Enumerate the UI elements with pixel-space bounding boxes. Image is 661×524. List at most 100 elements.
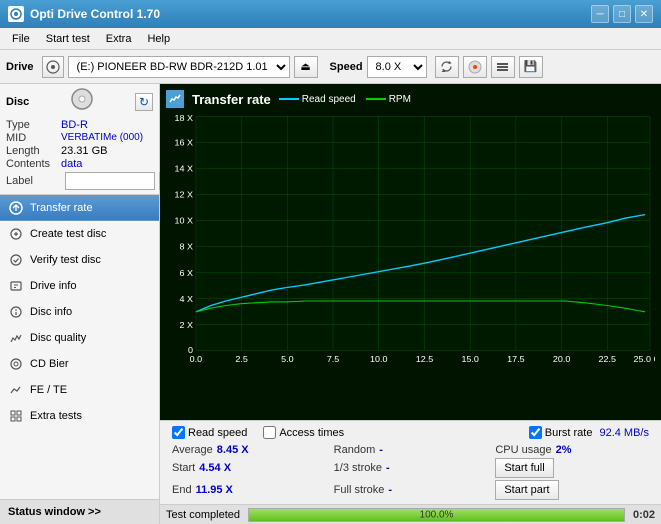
menubar: File Start test Extra Help bbox=[0, 28, 661, 50]
maximize-button[interactable]: □ bbox=[613, 5, 631, 23]
nav-cd-bier-label: CD Bier bbox=[30, 358, 69, 370]
read-speed-checkbox[interactable] bbox=[172, 426, 185, 439]
svg-text:0.0: 0.0 bbox=[190, 355, 203, 364]
chart-title-bar: Transfer rate Read speed RPM bbox=[166, 90, 655, 108]
stat-average: Average 8.45 X bbox=[172, 444, 326, 456]
legend-rpm: RPM bbox=[366, 94, 411, 105]
burst-rate-checkbox[interactable] bbox=[529, 426, 542, 439]
nav-verify-test-disc[interactable]: Verify test disc bbox=[0, 247, 159, 273]
stroke13-label: 1/3 stroke bbox=[334, 462, 382, 474]
checkbox-access-times[interactable]: Access times bbox=[263, 426, 344, 439]
chart-legend: Read speed RPM bbox=[279, 94, 411, 105]
nav-disc-quality[interactable]: Disc quality bbox=[0, 325, 159, 351]
nav-extra-tests[interactable]: Extra tests bbox=[0, 403, 159, 429]
nav-items: Transfer rate Create test disc bbox=[0, 195, 159, 499]
refresh-button[interactable] bbox=[435, 56, 459, 78]
progress-bar-container: Test completed 100.0% 0:02 bbox=[160, 504, 661, 524]
svg-text:0: 0 bbox=[188, 346, 193, 355]
nav-drive-info[interactable]: Drive info bbox=[0, 273, 159, 299]
burn-button[interactable] bbox=[463, 56, 487, 78]
svg-text:16 X: 16 X bbox=[174, 138, 193, 147]
average-value: 8.45 X bbox=[217, 444, 249, 456]
status-text: Test completed bbox=[166, 509, 240, 521]
legend-rpm-color bbox=[366, 98, 386, 100]
disc-length-value: 23.31 GB bbox=[61, 145, 107, 157]
nav-fe-te-label: FE / TE bbox=[30, 384, 67, 396]
create-test-disc-icon bbox=[8, 226, 24, 242]
svg-text:14 X: 14 X bbox=[174, 164, 193, 173]
svg-text:20.0: 20.0 bbox=[553, 355, 571, 364]
stats-row-1: Average 8.45 X Random - CPU usage 2% bbox=[172, 444, 649, 456]
access-times-checkbox[interactable] bbox=[263, 426, 276, 439]
titlebar-left: Opti Drive Control 1.70 bbox=[8, 6, 160, 22]
chart-container: Transfer rate Read speed RPM bbox=[160, 84, 661, 420]
start-value: 4.54 X bbox=[199, 462, 231, 474]
legend-read-speed: Read speed bbox=[279, 94, 356, 105]
svg-text:2 X: 2 X bbox=[179, 320, 193, 329]
disc-length-label: Length bbox=[6, 145, 61, 157]
disc-type-label: Type bbox=[6, 119, 61, 131]
drive-info-icon bbox=[8, 278, 24, 294]
stat-start: Start 4.54 X bbox=[172, 458, 326, 478]
app-icon bbox=[8, 6, 24, 22]
stat-cpu: CPU usage 2% bbox=[495, 444, 649, 456]
menu-file[interactable]: File bbox=[4, 31, 38, 47]
close-button[interactable]: ✕ bbox=[635, 5, 653, 23]
nav-verify-test-disc-label: Verify test disc bbox=[30, 254, 101, 266]
nav-transfer-rate[interactable]: Transfer rate bbox=[0, 195, 159, 221]
checkbox-read-speed[interactable]: Read speed bbox=[172, 426, 247, 439]
svg-text:15.0: 15.0 bbox=[461, 355, 479, 364]
status-window-button[interactable]: Status window >> bbox=[0, 500, 159, 524]
legend-read-speed-color bbox=[279, 98, 299, 100]
legend-read-speed-label: Read speed bbox=[302, 94, 356, 105]
nav-drive-info-label: Drive info bbox=[30, 280, 76, 292]
checkboxes-row: Read speed Access times Burst rate 92.4 … bbox=[166, 423, 655, 442]
disc-icon bbox=[71, 88, 93, 115]
eject-button[interactable]: ⏏ bbox=[294, 56, 318, 78]
disc-label-input[interactable] bbox=[65, 172, 155, 190]
svg-text:18 X: 18 X bbox=[174, 113, 193, 122]
nav-transfer-rate-label: Transfer rate bbox=[30, 202, 93, 214]
disc-type-value: BD-R bbox=[61, 119, 88, 131]
transfer-rate-icon bbox=[8, 200, 24, 216]
start-part-button[interactable]: Start part bbox=[495, 480, 558, 500]
svg-text:8 X: 8 X bbox=[179, 242, 193, 251]
start-full-button[interactable]: Start full bbox=[495, 458, 553, 478]
settings-button[interactable] bbox=[491, 56, 515, 78]
minimize-button[interactable]: ─ bbox=[591, 5, 609, 23]
nav-disc-info[interactable]: Disc info bbox=[0, 299, 159, 325]
refresh-icon[interactable]: ↻ bbox=[135, 93, 153, 111]
menu-help[interactable]: Help bbox=[139, 31, 178, 47]
extra-tests-icon bbox=[8, 408, 24, 424]
nav-create-test-disc-label: Create test disc bbox=[30, 228, 106, 240]
time-text: 0:02 bbox=[633, 509, 655, 521]
nav-disc-info-label: Disc info bbox=[30, 306, 72, 318]
drive-icon-button[interactable] bbox=[42, 56, 64, 78]
menu-extra[interactable]: Extra bbox=[98, 31, 140, 47]
burst-rate-checkbox-label: Burst rate bbox=[545, 427, 593, 439]
drive-select[interactable]: (E:) PIONEER BD-RW BDR-212D 1.01 bbox=[68, 56, 290, 78]
titlebar-controls: ─ □ ✕ bbox=[591, 5, 653, 23]
menu-start-test[interactable]: Start test bbox=[38, 31, 98, 47]
verify-test-disc-icon bbox=[8, 252, 24, 268]
svg-text:22.5: 22.5 bbox=[599, 355, 617, 364]
nav-fe-te[interactable]: FE / TE bbox=[0, 377, 159, 403]
drive-label: Drive bbox=[6, 61, 34, 73]
nav-create-test-disc[interactable]: Create test disc bbox=[0, 221, 159, 247]
save-button[interactable]: 💾 bbox=[519, 56, 543, 78]
speed-select[interactable]: 8.0 X bbox=[367, 56, 427, 78]
stats-row-3: End 11.95 X Full stroke - Start part bbox=[172, 480, 649, 500]
nav-cd-bier[interactable]: CD Bier bbox=[0, 351, 159, 377]
svg-text:6 X: 6 X bbox=[179, 268, 193, 277]
svg-text:10.0: 10.0 bbox=[370, 355, 388, 364]
checkbox-burst-rate[interactable]: Burst rate 92.4 MB/s bbox=[529, 426, 649, 439]
stat-start-part: Start part bbox=[495, 480, 649, 500]
svg-text:10 X: 10 X bbox=[174, 216, 193, 225]
disc-mid-row: MID VERBATIMe (000) bbox=[6, 132, 153, 144]
svg-text:12.5: 12.5 bbox=[416, 355, 434, 364]
chart-title-icon bbox=[166, 90, 184, 108]
svg-text:5.0: 5.0 bbox=[281, 355, 294, 364]
read-speed-checkbox-label: Read speed bbox=[188, 427, 247, 439]
disc-mid-value: VERBATIMe (000) bbox=[61, 132, 143, 144]
fe-te-icon bbox=[8, 382, 24, 398]
